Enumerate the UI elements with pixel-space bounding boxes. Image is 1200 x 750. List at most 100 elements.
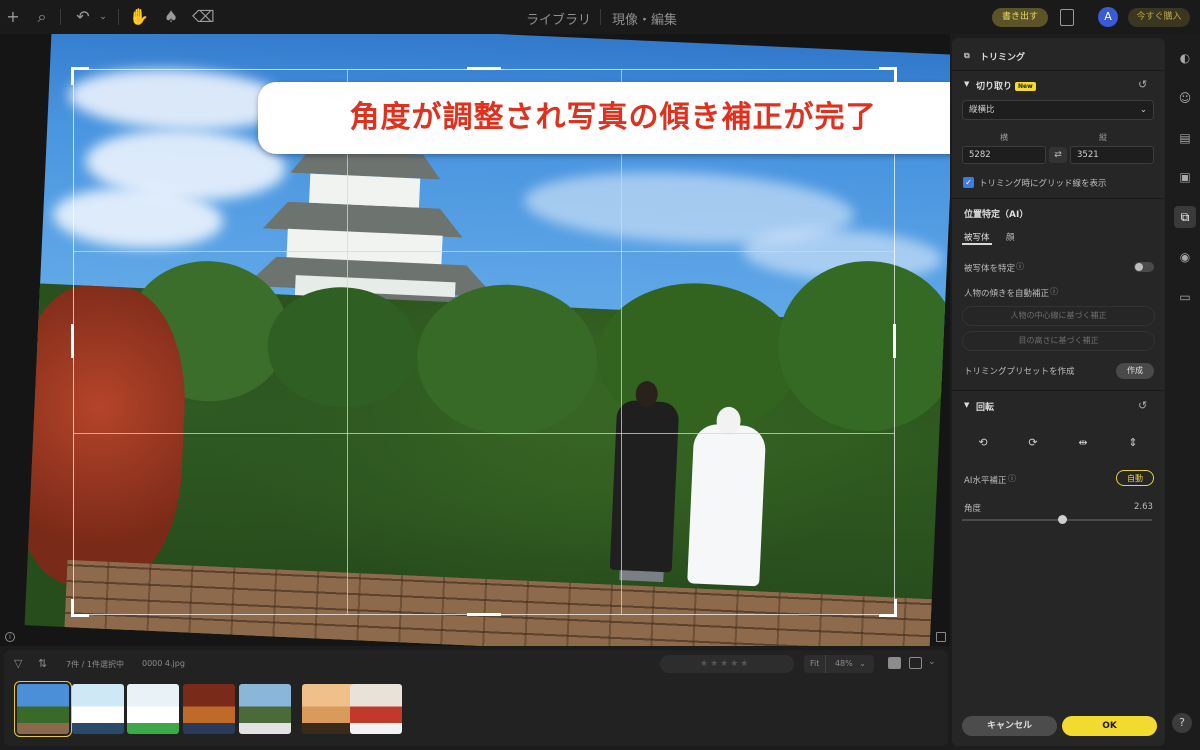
avatar[interactable]: A xyxy=(1098,7,1118,27)
thumbnail-bridge[interactable] xyxy=(239,684,291,734)
thumbnail-kimono[interactable] xyxy=(350,684,402,734)
tab-library[interactable]: ライブラリ xyxy=(526,9,591,28)
chevron-down-icon[interactable]: ⌄ xyxy=(92,6,114,28)
preset-label: トリミングプリセットを作成 xyxy=(964,367,1075,377)
thumbnail-castle[interactable] xyxy=(14,681,72,737)
rotate-left-icon[interactable]: ⟲ xyxy=(976,436,990,450)
palette-icon[interactable]: ◐ xyxy=(1177,50,1193,66)
ai-level-label: AI水平補正 xyxy=(964,476,1007,486)
compare-view-icon[interactable] xyxy=(909,657,922,669)
crop-section-label: 切り取り xyxy=(976,82,1013,92)
clothes-icon[interactable]: ▣ xyxy=(1177,169,1193,185)
grid-line xyxy=(74,251,894,252)
book-icon[interactable] xyxy=(936,632,946,642)
position-section-title: 位置特定（AI） xyxy=(964,210,1029,220)
search-icon[interactable]: ⌕ xyxy=(31,6,53,28)
grid-line xyxy=(74,433,894,434)
angle-value: 2.63 xyxy=(1134,502,1153,512)
single-view-icon[interactable] xyxy=(888,657,901,669)
thumbnail-portrait-1[interactable] xyxy=(72,684,124,734)
ok-button[interactable]: OK xyxy=(1062,716,1157,736)
info-icon[interactable]: i xyxy=(5,632,15,642)
rotate-section-title[interactable]: 回転 xyxy=(976,400,994,413)
export-button[interactable]: 書き出す xyxy=(992,8,1048,27)
tool-rail: ◐ ☺ ▤ ▣ ⧉ ◉ ▭ xyxy=(1168,38,1200,746)
document-icon[interactable] xyxy=(1060,9,1074,26)
chevron-down-icon: ⌄ xyxy=(1139,105,1147,115)
divider xyxy=(600,9,601,25)
create-preset-button[interactable]: 作成 xyxy=(1116,363,1154,379)
tab-subject[interactable]: 被写体 xyxy=(964,231,990,243)
filter-icon[interactable]: ▽ xyxy=(14,657,22,670)
crop-handle-top-left[interactable] xyxy=(71,67,89,85)
help-icon[interactable]: ⓘ xyxy=(1016,261,1024,272)
reset-icon[interactable]: ↺ xyxy=(1138,399,1147,412)
collapse-icon[interactable]: ▼ xyxy=(964,80,969,88)
thumbnail-beach[interactable] xyxy=(302,684,354,734)
caption-banner: 角度が調整され写真の傾き補正が完了 xyxy=(258,82,950,154)
swap-icon[interactable]: ⇄ xyxy=(1049,147,1067,163)
add-icon[interactable]: + xyxy=(2,6,24,28)
crop-handle-bottom-left[interactable] xyxy=(71,599,89,617)
crop-panel: ⧉ トリミング ▼ 切り取り New ↺ 縦横比 ⌄ 横 縦 5282 ⇄ 3521… xyxy=(952,38,1165,746)
folder-icon[interactable]: ▭ xyxy=(1177,289,1193,305)
camera-icon[interactable]: ◉ xyxy=(1177,249,1193,265)
eye-level-correct-button[interactable]: 目の高さに基づく補正 xyxy=(962,331,1155,351)
crop-handle-right[interactable] xyxy=(893,324,896,358)
grid-checkbox-label: トリミング時にグリッド線を表示 xyxy=(979,179,1107,189)
aspect-ratio-select[interactable]: 縦横比 ⌄ xyxy=(962,100,1154,120)
active-tab-indicator xyxy=(962,243,992,245)
angle-slider-handle[interactable] xyxy=(1058,515,1067,524)
crop-handle-top[interactable] xyxy=(467,67,501,70)
undo-icon[interactable]: ↶ xyxy=(72,6,94,28)
help-icon[interactable]: ⓘ xyxy=(1008,473,1016,484)
crop-handle-bottom-right[interactable] xyxy=(879,599,897,617)
face-icon[interactable]: ☺ xyxy=(1177,90,1193,106)
crop-handle-bottom[interactable] xyxy=(467,613,501,616)
height-label: 縦 xyxy=(1099,133,1107,142)
reset-icon[interactable]: ↺ xyxy=(1138,78,1147,91)
crop-section-title[interactable]: 切り取り New xyxy=(976,79,1036,92)
rotate-right-icon[interactable]: ⟳ xyxy=(1026,436,1040,450)
tab-face[interactable]: 顔 xyxy=(1006,231,1015,243)
top-bar: + ⌕ ↶ ⌄ ✋ ♠ ⌫ ライブラリ 現像・編集 書き出す A 今すぐ購入 xyxy=(0,0,1200,34)
sort-icon[interactable]: ⇅ xyxy=(38,657,47,670)
chevron-down-icon[interactable]: ⌄ xyxy=(928,657,936,667)
divider xyxy=(60,9,61,25)
filmstrip: ▽ ⇅ 7件 / 1件選択中 0000 4.jpg ★★★★★ Fit 48% … xyxy=(4,650,948,746)
rating-stars[interactable]: ★★★★★ xyxy=(660,655,794,673)
auto-level-button[interactable]: 自動 xyxy=(1116,470,1154,486)
angle-label: 角度 xyxy=(964,504,982,514)
crop-icon[interactable]: ⧉ xyxy=(1174,206,1196,228)
zoom-control[interactable]: Fit 48% ⌄ xyxy=(804,655,874,673)
detect-subject-toggle[interactable] xyxy=(1134,262,1154,272)
height-input[interactable]: 3521 xyxy=(1070,146,1154,164)
detect-subject-label: 被写体を特定 xyxy=(964,264,1016,274)
angle-slider[interactable] xyxy=(962,519,1152,521)
panel-title: トリミング xyxy=(980,53,1026,63)
tab-develop[interactable]: 現像・編集 xyxy=(612,9,677,28)
fit-button[interactable]: Fit xyxy=(804,655,827,673)
help-icon[interactable]: ? xyxy=(1172,713,1192,733)
cancel-button[interactable]: キャンセル xyxy=(962,716,1057,736)
eraser-icon[interactable]: ⌫ xyxy=(192,6,215,28)
thumbnail-portrait-2[interactable] xyxy=(127,684,179,734)
chevron-down-icon[interactable]: ⌄ xyxy=(855,655,866,673)
center-line-correct-button[interactable]: 人物の中心線に基づく補正 xyxy=(962,306,1155,326)
help-icon[interactable]: ⓘ xyxy=(1050,286,1058,297)
divider xyxy=(118,9,119,25)
layers-icon[interactable]: ▤ xyxy=(1177,130,1193,146)
photo-canvas[interactable]: 角度が調整され写真の傾き補正が完了 xyxy=(0,34,950,646)
brush-icon[interactable]: ♠ xyxy=(160,6,182,28)
collapse-icon[interactable]: ▼ xyxy=(964,401,969,409)
zoom-level[interactable]: 48% xyxy=(829,655,853,673)
thumbnail-autumn-walk[interactable] xyxy=(183,684,235,734)
grid-checkbox[interactable]: ✓ xyxy=(963,177,974,188)
flip-horizontal-icon[interactable]: ⇹ xyxy=(1076,436,1090,450)
crop-handle-left[interactable] xyxy=(71,324,74,358)
width-input[interactable]: 5282 xyxy=(962,146,1046,164)
divider xyxy=(952,390,1165,391)
flip-vertical-icon[interactable]: ⇕ xyxy=(1126,436,1140,450)
hand-tool-icon[interactable]: ✋ xyxy=(128,6,150,28)
buy-now-button[interactable]: 今すぐ購入 xyxy=(1128,8,1190,27)
